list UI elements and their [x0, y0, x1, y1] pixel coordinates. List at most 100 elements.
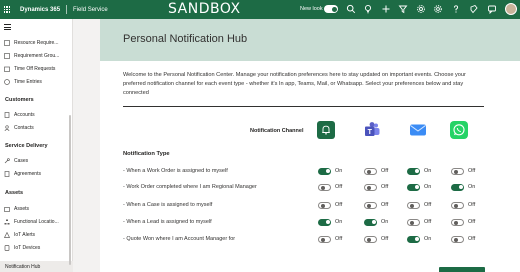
title-divider	[66, 5, 68, 14]
toggle-state-label: On	[468, 184, 476, 190]
toggle-knob	[453, 237, 458, 242]
sidebar-item-notification-hub[interactable]: Notification Hub	[0, 261, 73, 272]
channel-toggle-in-app[interactable]	[318, 235, 331, 243]
toggle-knob	[453, 220, 458, 225]
search-icon[interactable]	[346, 4, 356, 14]
channel-toggle-teams[interactable]	[364, 167, 377, 175]
toggle-state-label: On	[424, 168, 432, 174]
toggle-state-label: Off	[424, 202, 432, 208]
channel-toggle-teams[interactable]	[364, 218, 377, 226]
channel-toggle-mail[interactable]	[407, 183, 420, 191]
copilot-icon[interactable]	[469, 4, 479, 14]
notification-type-row-label: - Quote Won where I am Account Manager f…	[123, 236, 236, 242]
device-icon	[4, 245, 10, 251]
sidebar-scrollbar[interactable]	[69, 115, 71, 265]
save-button[interactable]	[439, 267, 485, 272]
main-content: Personal Notification Hub Welcome to the…	[100, 19, 520, 272]
channel-toggle-mail[interactable]	[407, 167, 420, 175]
lightbulb-icon[interactable]	[363, 4, 373, 14]
sidebar-item-label: Contacts	[14, 125, 34, 131]
toggle-knob	[366, 203, 371, 208]
teams-icon: T	[365, 122, 380, 136]
channel-toggle-teams[interactable]	[364, 183, 377, 191]
person-icon	[4, 125, 10, 131]
toggle-state-label: Off	[381, 184, 389, 190]
sidebar-item-cases[interactable]: Cases	[0, 155, 28, 167]
sidebar-item-label: Accounts	[14, 112, 35, 118]
channel-toggle-whatsapp[interactable]	[451, 201, 464, 209]
toggle-knob	[366, 185, 371, 190]
toggle-knob	[409, 203, 414, 208]
channel-toggle-mail[interactable]	[407, 235, 420, 243]
sidebar-item-label: IoT Alerts	[14, 232, 36, 238]
channel-toggle-mail[interactable]	[407, 218, 420, 226]
sidebar-item-label: Functional Locatio...	[14, 219, 59, 225]
sidebar-item-iot-devices[interactable]: IoT Devices	[0, 242, 40, 254]
channel-toggle-in-app[interactable]	[318, 183, 331, 191]
sidebar-section-assets: Assets	[5, 190, 24, 196]
channel-toggle-in-app[interactable]	[318, 167, 331, 175]
new-look-toggle[interactable]	[324, 5, 338, 13]
sidebar-item-contacts[interactable]: Contacts	[0, 122, 34, 134]
sidebar-item-label: Requirement Grou...	[14, 53, 60, 59]
new-look-label: New look	[300, 6, 323, 12]
channel-toggle-teams[interactable]	[364, 201, 377, 209]
notification-type-label: Notification Type	[123, 151, 170, 157]
toggle-state-label: Off	[468, 202, 476, 208]
sidebar-item-time-off-requests[interactable]: Time Off Requests	[0, 63, 55, 75]
sidebar-item-label: Agreements	[14, 171, 41, 177]
hamburger-icon[interactable]	[4, 24, 11, 32]
toggle-knob	[325, 220, 330, 224]
sidebar-item-resource-requirements[interactable]: Resource Require...	[0, 37, 58, 49]
list-icon	[4, 40, 10, 46]
channel-toggle-whatsapp[interactable]	[451, 235, 464, 243]
add-icon[interactable]	[381, 4, 391, 14]
toggle-knob	[320, 203, 325, 208]
clock-icon	[4, 79, 10, 85]
toggle-state-label: Off	[468, 219, 476, 225]
filter-icon[interactable]	[398, 4, 408, 14]
sidebar-item-label: Resource Require...	[14, 40, 59, 46]
app-title[interactable]: Dynamics 365	[20, 7, 60, 13]
channel-toggle-in-app[interactable]	[318, 218, 331, 226]
environment-label: SANDBOX	[168, 1, 241, 17]
sidebar-item-accounts[interactable]: Accounts	[0, 109, 35, 121]
toggle-state-label: Off	[335, 236, 343, 242]
channel-toggle-in-app[interactable]	[318, 201, 331, 209]
toggle-knob	[320, 185, 325, 190]
toggle-knob	[366, 237, 371, 242]
page-header: Personal Notification Hub	[100, 19, 520, 61]
sidebar-item-time-entries[interactable]: Time Entries	[0, 76, 42, 88]
toggle-knob	[371, 220, 376, 224]
sidebar-item-label: Notification Hub	[5, 264, 41, 270]
channel-toggle-mail[interactable]	[407, 201, 420, 209]
divider	[123, 106, 484, 107]
toggle-knob	[409, 220, 414, 225]
channel-toggle-whatsapp[interactable]	[451, 183, 464, 191]
app-name[interactable]: Field Service	[73, 7, 108, 13]
toggle-state-label: On	[381, 219, 389, 225]
user-avatar[interactable]	[505, 3, 517, 15]
chat-icon[interactable]	[487, 4, 497, 14]
sidebar-item-agreements[interactable]: Agreements	[0, 168, 41, 180]
sidebar-item-requirement-groups[interactable]: Requirement Grou...	[0, 50, 59, 62]
sidebar-item-iot-alerts[interactable]: IoT Alerts	[0, 229, 35, 241]
help-icon[interactable]	[451, 4, 461, 14]
sidebar-item-assets[interactable]: Assets	[0, 203, 29, 215]
notification-type-row-label: - Work Order completed where I am Region…	[123, 184, 257, 190]
channel-toggle-teams[interactable]	[364, 235, 377, 243]
calendar-icon	[4, 66, 10, 72]
settings-icon[interactable]	[416, 4, 426, 14]
building-icon	[4, 112, 10, 118]
toggle-knob	[414, 185, 419, 189]
app-launcher-icon[interactable]	[0, 0, 14, 19]
notification-type-row-label: - When a Case is assigned to myself	[123, 202, 213, 208]
toggle-state-label: Off	[381, 236, 389, 242]
sidebar-item-functional-locations[interactable]: Functional Locatio...	[0, 216, 59, 228]
toggle-knob	[453, 169, 458, 174]
channel-toggle-whatsapp[interactable]	[451, 167, 464, 175]
channel-toggle-whatsapp[interactable]	[451, 218, 464, 226]
gear-icon[interactable]	[433, 4, 443, 14]
sidebar-section-service-delivery: Service Delivery	[5, 143, 48, 149]
sidebar-item-label: Assets	[14, 206, 30, 212]
